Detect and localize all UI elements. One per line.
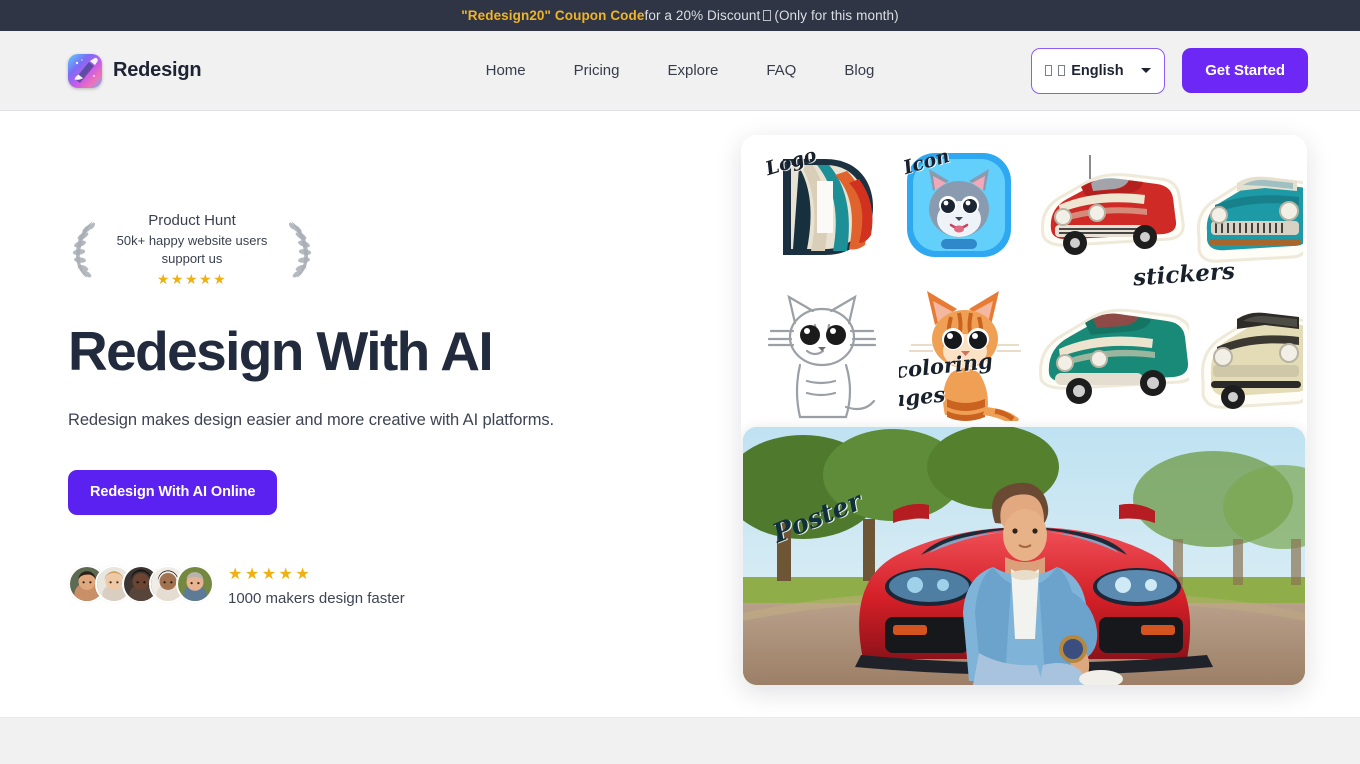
- cream-classic-car-sticker-tile[interactable]: [1197, 281, 1303, 421]
- redesign-with-ai-online-button[interactable]: Redesign With AI Online: [68, 469, 278, 515]
- hero-content: Product Hunt 50k+ happy website users su…: [68, 111, 728, 717]
- product-hunt-subtitle-line1: 50k+ happy website users: [116, 233, 268, 249]
- product-hunt-star-rating: ★★★★★: [156, 270, 228, 287]
- avatar: [176, 565, 214, 604]
- orange-cat-illustration-tile[interactable]: coloring pages: [899, 281, 1033, 421]
- hero-subtitle: Redesign makes design easier and more cr…: [68, 410, 554, 429]
- social-proof: ★★★★★ 1000 makers design faster: [68, 562, 728, 607]
- poster-man-with-red-sports-car[interactable]: Poster: [743, 427, 1305, 685]
- promo-validity-text: (Only for this month): [774, 8, 899, 23]
- get-started-button[interactable]: Get Started: [1182, 48, 1308, 93]
- product-hunt-badge: Product Hunt 50k+ happy website users su…: [68, 211, 316, 288]
- language-label: English: [1071, 62, 1124, 79]
- language-selector[interactable]: English: [1031, 47, 1166, 94]
- collage-grid: Logo Icon coloring pages stickers: [741, 135, 1307, 425]
- logo-letter-d-tile[interactable]: Logo: [755, 143, 885, 271]
- flag-emoji-missing-glyph-icon: [1045, 65, 1053, 76]
- promo-coupon-text: "Redesign20" Coupon Code: [461, 8, 645, 23]
- brand-name: Redesign: [113, 59, 202, 81]
- hero-section: Product Hunt 50k+ happy website users su…: [0, 111, 1360, 717]
- nav-item-blog[interactable]: Blog: [820, 54, 898, 87]
- nav-item-home[interactable]: Home: [462, 54, 550, 87]
- promo-banner: "Redesign20" Coupon Code for a 20% Disco…: [0, 0, 1360, 31]
- laurel-branch-right-icon: [288, 221, 312, 279]
- teal-classic-car-sticker-tile[interactable]: [1193, 143, 1303, 271]
- paintbrush-gradient-icon: [68, 53, 102, 88]
- page-title: Redesign With AI: [68, 319, 494, 382]
- collage-card: Logo Icon coloring pages stickers Poster: [741, 135, 1307, 687]
- flag-emoji-missing-glyph-icon-2: [1058, 65, 1066, 76]
- coloring-page-cat-tile[interactable]: [755, 281, 893, 421]
- site-header: Redesign Home Pricing Explore FAQ Blog E…: [0, 31, 1360, 111]
- page-bottom-band: [0, 717, 1360, 764]
- laurel-branch-left-icon: [72, 221, 96, 279]
- avatar-group: [68, 565, 214, 604]
- social-proof-star-rating: ★★★★★: [228, 565, 313, 583]
- nav-item-pricing[interactable]: Pricing: [550, 54, 644, 87]
- header-actions: English Get Started: [1031, 47, 1308, 94]
- brand-logo-link[interactable]: Redesign: [68, 53, 202, 88]
- product-hunt-title: Product Hunt: [148, 212, 236, 229]
- nav-item-explore[interactable]: Explore: [643, 54, 742, 87]
- product-hunt-subtitle-line2: support us: [161, 251, 223, 267]
- red-classic-car-sticker-tile[interactable]: [1033, 143, 1185, 271]
- nav-item-faq[interactable]: FAQ: [742, 54, 820, 87]
- promo-discount-text: for a 20% Discount: [644, 8, 761, 23]
- green-roadster-sticker-tile[interactable]: [1033, 281, 1189, 421]
- promo-emoji-icon: [763, 10, 772, 21]
- social-proof-label: 1000 makers design faster: [228, 589, 405, 607]
- chevron-down-icon: [1141, 68, 1152, 73]
- app-icon-cat-tile[interactable]: Icon: [893, 143, 1025, 271]
- hero-visual: Logo Icon coloring pages stickers Poster: [728, 111, 1308, 717]
